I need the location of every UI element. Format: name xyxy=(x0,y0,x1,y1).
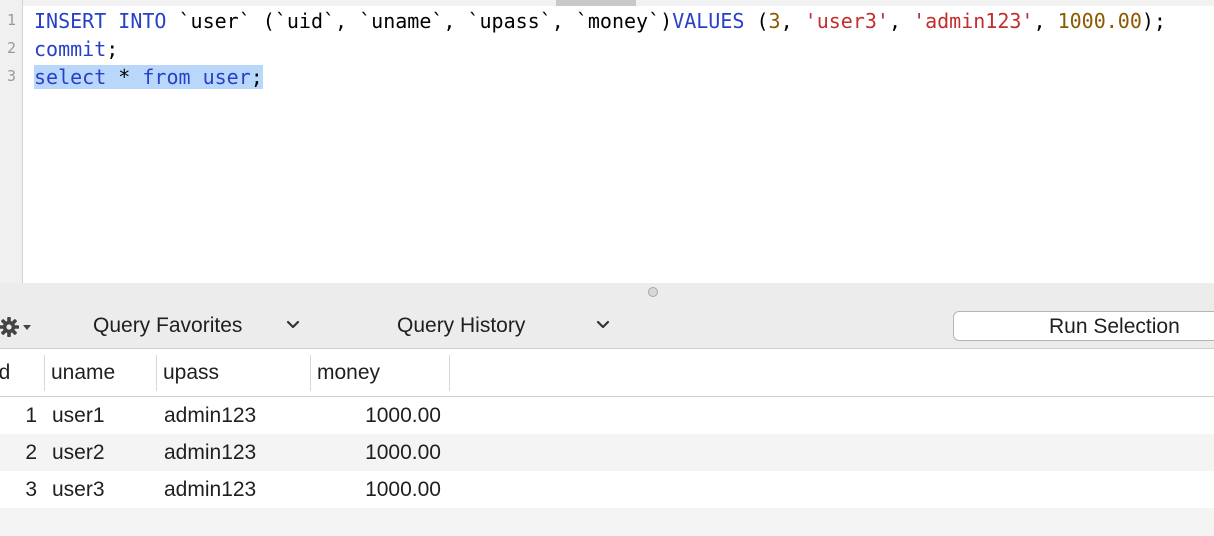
cell-upass: admin123 xyxy=(164,478,257,501)
column-divider[interactable] xyxy=(44,355,45,391)
code-line-3[interactable]: select * from user; xyxy=(34,65,263,89)
cell-uname: user2 xyxy=(52,441,105,464)
line-number: 1 xyxy=(6,11,16,29)
gear-menu-button[interactable] xyxy=(0,315,36,339)
caret-down-icon xyxy=(23,325,31,330)
run-selection-label: Run Selection xyxy=(1049,315,1180,338)
comma: , xyxy=(780,9,805,33)
query-toolbar: Query Favorites Query History Run Select… xyxy=(0,303,1214,349)
semicolon: ; xyxy=(106,37,119,61)
code-line-1[interactable]: INSERT INTO `user` (`uid`, `uname`, `upa… xyxy=(34,9,1166,33)
number-literal: 3 xyxy=(768,9,781,33)
query-history-label[interactable]: Query History xyxy=(397,314,525,338)
cell-uname: user3 xyxy=(52,478,105,501)
column-header-upass[interactable]: upass xyxy=(163,349,219,396)
line-number-gutter: 1 2 3 xyxy=(0,0,23,283)
keyword-from: from xyxy=(142,65,191,89)
keyword-insert-into: INSERT INTO xyxy=(34,9,167,33)
cell-id: 2 xyxy=(25,441,37,464)
editor-top-bar xyxy=(0,0,1214,6)
paren: ( xyxy=(744,9,769,33)
chevron-down-icon[interactable] xyxy=(286,320,300,330)
sql-editor[interactable]: 1 2 3 INSERT INTO `user` (`uid`, `uname`… xyxy=(0,0,1214,284)
cell-upass: admin123 xyxy=(164,441,257,464)
table-name: user xyxy=(190,65,251,89)
grid-header: id uname upass money xyxy=(0,349,1214,397)
cell-money: 1000.00 xyxy=(365,441,441,464)
cell-money: 1000.00 xyxy=(365,404,441,427)
comma: , xyxy=(888,9,914,33)
keyword-values: VALUES xyxy=(672,9,745,33)
column-header-money[interactable]: money xyxy=(317,349,380,396)
run-selection-button[interactable]: Run Selection xyxy=(953,311,1214,341)
keyword-select: select xyxy=(34,65,107,89)
keyword-commit: commit xyxy=(34,37,107,61)
number-literal: 1000.00 xyxy=(1057,9,1142,33)
string-literal: 'admin123' xyxy=(913,9,1034,33)
star: * xyxy=(106,65,143,89)
column-header-uname[interactable]: uname xyxy=(51,349,115,396)
table-row-empty xyxy=(0,508,1214,536)
column-divider[interactable] xyxy=(310,355,311,391)
splitter-handle[interactable] xyxy=(648,287,658,297)
gear-icon xyxy=(0,317,31,337)
column-divider[interactable] xyxy=(156,355,157,391)
code-line-2[interactable]: commit; xyxy=(34,37,118,61)
column-divider[interactable] xyxy=(449,355,450,391)
results-grid: id uname upass money 1 user1 admin123 10… xyxy=(0,349,1214,536)
cell-id: 1 xyxy=(25,404,37,427)
selected-text: select * from user; xyxy=(34,65,263,89)
table-columns: `user` (`uid`, `uname`, `upass`, `money`… xyxy=(166,9,673,33)
column-header-id[interactable]: id xyxy=(0,349,10,396)
table-row[interactable]: 3 user3 admin123 1000.00 xyxy=(0,471,1214,508)
close-paren: ); xyxy=(1141,9,1166,33)
cell-id: 3 xyxy=(25,478,37,501)
chevron-down-icon[interactable] xyxy=(596,320,610,330)
cell-upass: admin123 xyxy=(164,404,257,427)
comma: , xyxy=(1033,9,1058,33)
cell-money: 1000.00 xyxy=(365,478,441,501)
table-row[interactable]: 2 user2 admin123 1000.00 xyxy=(0,434,1214,471)
table-row[interactable]: 1 user1 admin123 1000.00 xyxy=(0,397,1214,434)
line-number: 3 xyxy=(6,67,16,85)
semicolon: ; xyxy=(250,65,263,89)
pane-splitter[interactable] xyxy=(0,283,1214,303)
cell-uname: user1 xyxy=(52,404,105,427)
line-number: 2 xyxy=(6,39,16,57)
string-literal: 'user3' xyxy=(804,9,889,33)
query-favorites-label[interactable]: Query Favorites xyxy=(93,314,242,338)
